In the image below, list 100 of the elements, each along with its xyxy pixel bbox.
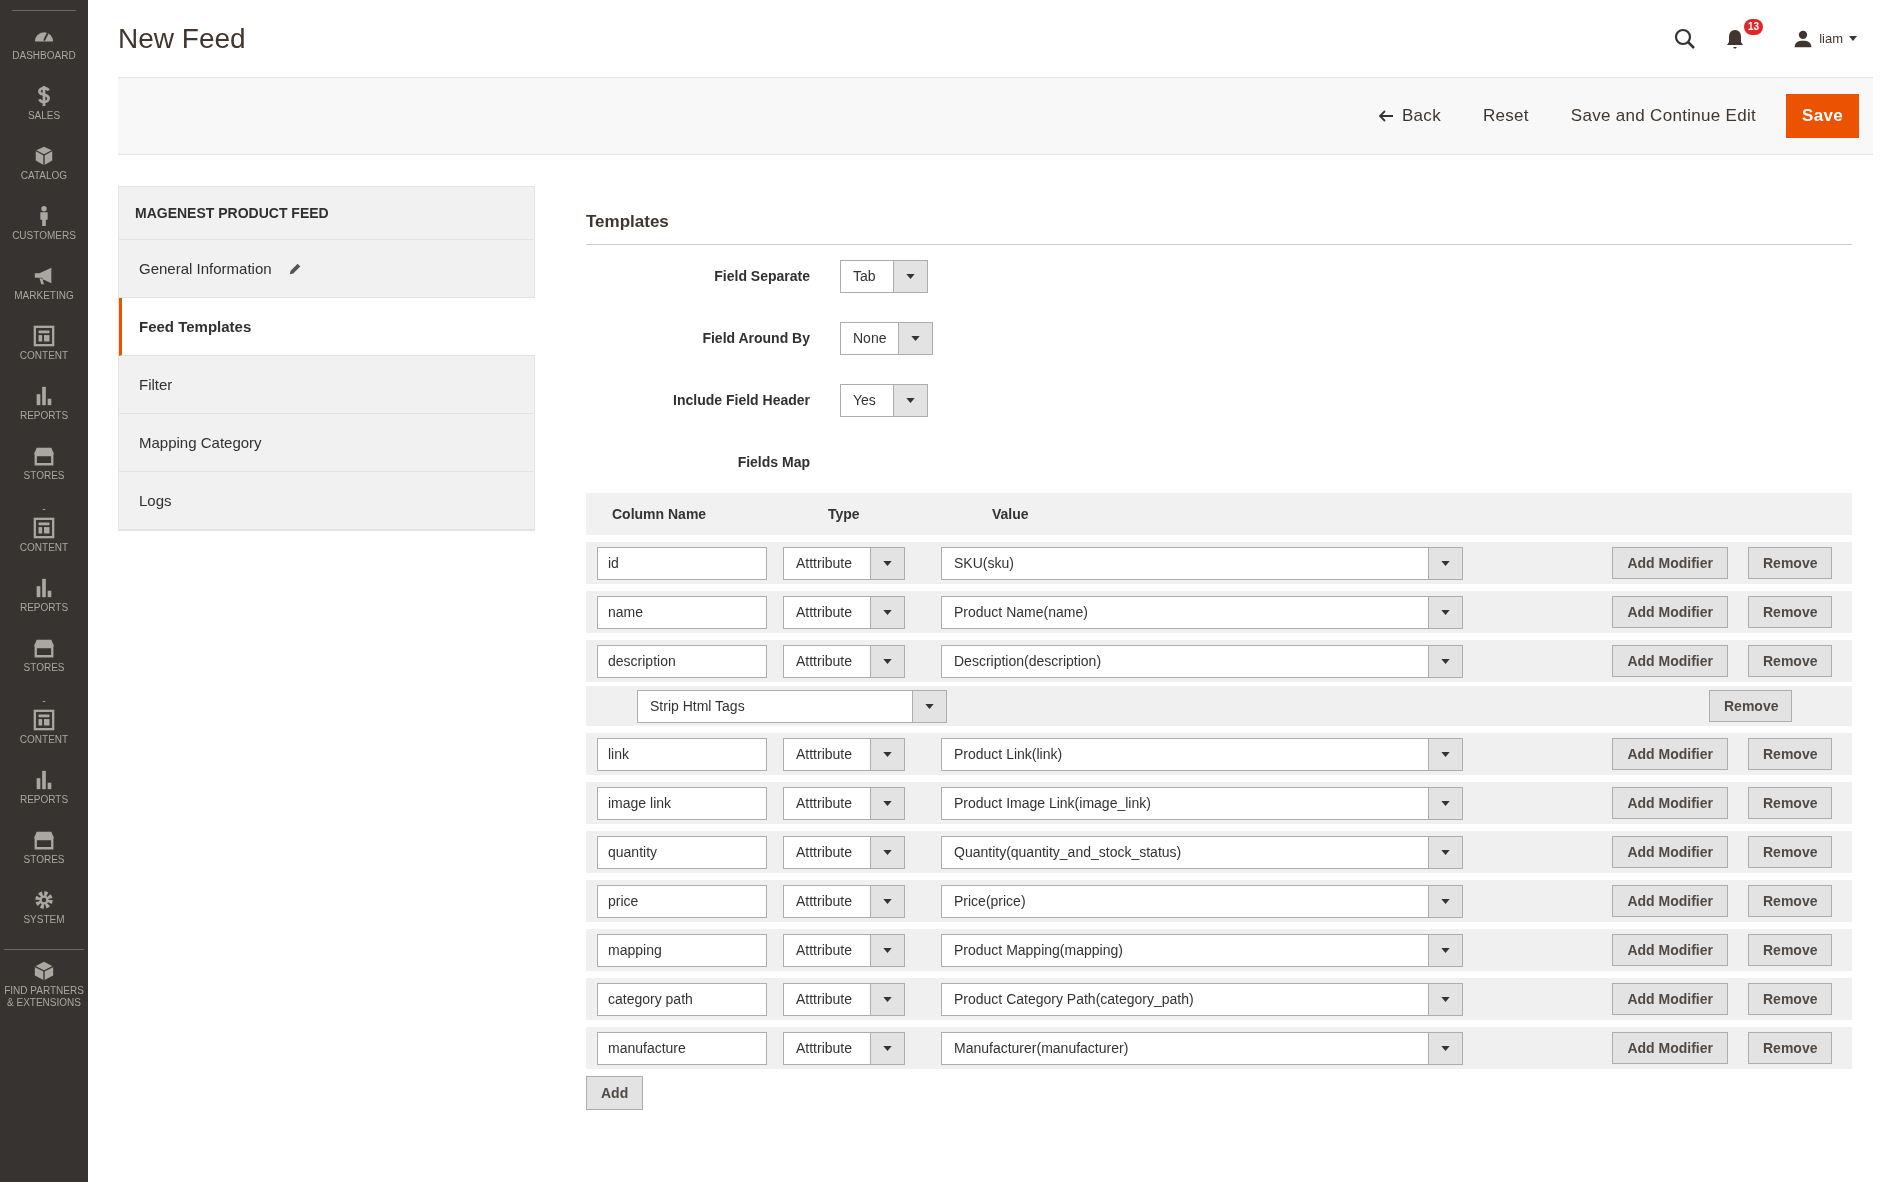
remove-button[interactable]: Remove bbox=[1748, 934, 1832, 966]
remove-button[interactable]: Remove bbox=[1748, 547, 1832, 579]
caret-icon bbox=[906, 397, 915, 403]
panel-tab[interactable]: Mapping Category bbox=[119, 414, 534, 472]
value-select[interactable]: Product Category Path(category_path) bbox=[941, 982, 1463, 1016]
value-select[interactable]: Price(price) bbox=[941, 884, 1463, 918]
save-button[interactable]: Save bbox=[1786, 94, 1859, 138]
add-modifier-button[interactable]: Add Modifier bbox=[1612, 934, 1728, 966]
column-name-input[interactable]: id bbox=[597, 546, 767, 580]
nav-item[interactable]: CONTENT bbox=[1, 323, 87, 383]
caret-icon bbox=[906, 273, 915, 279]
type-select[interactable]: Atttribute bbox=[783, 982, 905, 1016]
nav-item[interactable]: STORES bbox=[1, 827, 87, 887]
caret-icon bbox=[883, 947, 892, 953]
add-modifier-button[interactable]: Add Modifier bbox=[1612, 787, 1728, 819]
caret-icon bbox=[883, 849, 892, 855]
column-name-input[interactable]: mapping bbox=[597, 933, 767, 967]
caret-icon bbox=[883, 560, 892, 566]
type-select[interactable]: Atttribute bbox=[783, 835, 905, 869]
remove-button[interactable]: Remove bbox=[1709, 690, 1792, 722]
select-field[interactable]: Tab bbox=[840, 259, 928, 293]
nav-item[interactable]: REPORTS bbox=[1, 383, 87, 443]
select-field[interactable]: Yes bbox=[840, 383, 928, 417]
remove-button[interactable]: Remove bbox=[1748, 738, 1832, 770]
nav-item[interactable]: MARKETING bbox=[1, 263, 87, 323]
nav-item[interactable]: CONTENT bbox=[1, 707, 87, 767]
add-modifier-button[interactable]: Add Modifier bbox=[1612, 1032, 1728, 1064]
nav-item[interactable]: REPORTS bbox=[1, 767, 87, 827]
value-select[interactable]: Description(description) bbox=[941, 644, 1463, 678]
panel-tab[interactable]: Feed Templates bbox=[119, 298, 535, 356]
add-modifier-button[interactable]: Add Modifier bbox=[1612, 547, 1728, 579]
add-modifier-button[interactable]: Add Modifier bbox=[1612, 983, 1728, 1015]
type-select[interactable]: Atttribute bbox=[783, 644, 905, 678]
user-menu[interactable]: liam bbox=[1793, 28, 1857, 49]
remove-button[interactable]: Remove bbox=[1748, 596, 1832, 628]
nav-item[interactable]: REPORTS bbox=[1, 575, 87, 635]
nav-item[interactable]: CUSTOMERS bbox=[1, 203, 87, 263]
user-icon bbox=[1793, 28, 1814, 49]
value-select[interactable]: Product Mapping(mapping) bbox=[941, 933, 1463, 967]
value-select[interactable]: Product Image Link(image_link) bbox=[941, 786, 1463, 820]
column-header: Type bbox=[828, 506, 861, 522]
type-select[interactable]: Atttribute bbox=[783, 1031, 905, 1065]
nav-item[interactable]: STORES bbox=[1, 635, 87, 695]
value-select[interactable]: Manufacturer(manufacturer) bbox=[941, 1031, 1463, 1065]
remove-button[interactable]: Remove bbox=[1748, 983, 1832, 1015]
column-name-input[interactable]: quantity bbox=[597, 835, 767, 869]
value-select[interactable]: Quantity(quantity_and_stock_status) bbox=[941, 835, 1463, 869]
layout-icon bbox=[33, 517, 55, 539]
caret-icon bbox=[883, 658, 892, 664]
type-select[interactable]: Atttribute bbox=[783, 933, 905, 967]
nav-item[interactable]: SYSTEM bbox=[1, 887, 87, 947]
nav-item[interactable]: STORES bbox=[1, 443, 87, 503]
action-button[interactable]: Save and Continue Edit bbox=[1558, 96, 1769, 136]
nav-item[interactable]: FIND PARTNERS & EXTENSIONS bbox=[1, 958, 87, 1018]
value-select[interactable]: SKU(sku) bbox=[941, 546, 1463, 580]
caret-icon bbox=[1441, 560, 1450, 566]
column-name-input[interactable]: name bbox=[597, 595, 767, 629]
column-name-input[interactable]: link bbox=[597, 737, 767, 771]
add-modifier-button[interactable]: Add Modifier bbox=[1612, 836, 1728, 868]
column-name-input[interactable]: description bbox=[597, 644, 767, 678]
modifier-select[interactable]: Strip Html Tags bbox=[637, 689, 947, 723]
section-title: Templates bbox=[586, 212, 1852, 245]
value-select[interactable]: Product Link(link) bbox=[941, 737, 1463, 771]
column-name-input[interactable]: manufacture bbox=[597, 1031, 767, 1065]
remove-button[interactable]: Remove bbox=[1748, 645, 1832, 677]
type-select[interactable]: Atttribute bbox=[783, 737, 905, 771]
nav-item[interactable]: CONTENT bbox=[1, 515, 87, 575]
type-select[interactable]: Atttribute bbox=[783, 546, 905, 580]
nav-item[interactable]: DASHBOARD bbox=[1, 23, 87, 83]
add-button[interactable]: Add bbox=[586, 1076, 644, 1110]
nav-item[interactable]: SALES bbox=[1, 83, 87, 143]
page-title: New Feed bbox=[118, 22, 246, 55]
remove-button[interactable]: Remove bbox=[1748, 836, 1832, 868]
add-modifier-button[interactable]: Add Modifier bbox=[1612, 596, 1728, 628]
back-button[interactable]: Back bbox=[1365, 96, 1453, 136]
remove-button[interactable]: Remove bbox=[1748, 787, 1832, 819]
action-button[interactable]: Reset bbox=[1470, 96, 1541, 136]
storefront-icon bbox=[33, 829, 55, 851]
column-name-input[interactable]: category path bbox=[597, 982, 767, 1016]
nav-item[interactable]: CATALOG bbox=[1, 143, 87, 203]
column-name-input[interactable]: image link bbox=[597, 786, 767, 820]
panel-tab[interactable]: Logs bbox=[119, 472, 534, 530]
remove-button[interactable]: Remove bbox=[1748, 885, 1832, 917]
select-field[interactable]: None bbox=[840, 321, 934, 355]
value-select[interactable]: Product Name(name) bbox=[941, 595, 1463, 629]
caret-icon bbox=[1441, 800, 1450, 806]
storefront-icon bbox=[33, 445, 55, 467]
type-select[interactable]: Atttribute bbox=[783, 595, 905, 629]
remove-button[interactable]: Remove bbox=[1748, 1032, 1832, 1064]
add-modifier-button[interactable]: Add Modifier bbox=[1612, 738, 1728, 770]
caret-icon bbox=[1441, 609, 1450, 615]
menu-separator: - bbox=[42, 697, 46, 707]
layout-icon bbox=[33, 325, 55, 347]
panel-tab[interactable]: Filter bbox=[119, 356, 534, 414]
notification-count: 13 bbox=[1744, 18, 1764, 35]
column-name-input[interactable]: price bbox=[597, 884, 767, 918]
add-modifier-button[interactable]: Add Modifier bbox=[1612, 645, 1728, 677]
type-select[interactable]: Atttribute bbox=[783, 786, 905, 820]
type-select[interactable]: Atttribute bbox=[783, 884, 905, 918]
add-modifier-button[interactable]: Add Modifier bbox=[1612, 885, 1728, 917]
